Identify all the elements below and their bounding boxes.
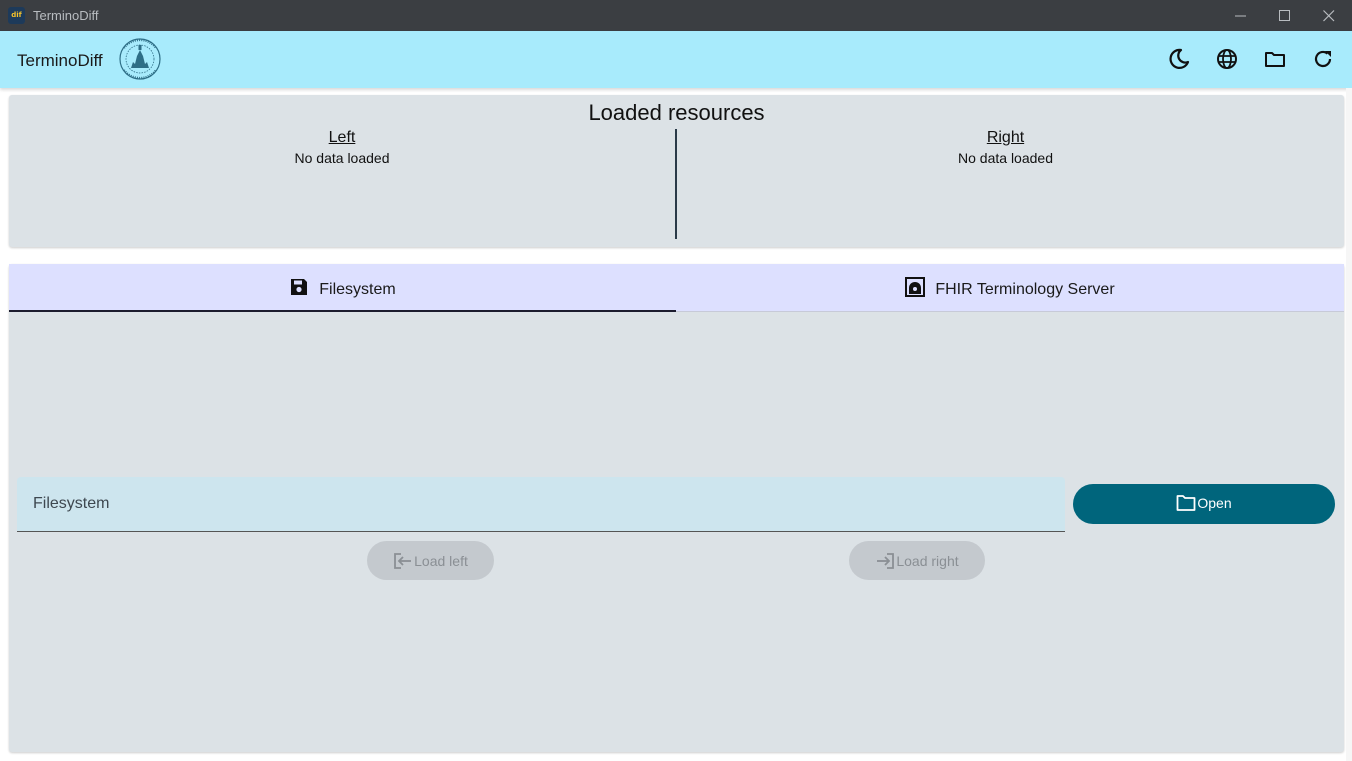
load-right-label: Load right [896, 553, 959, 569]
login-right-icon [877, 553, 895, 569]
right-label: Right [986, 129, 1025, 146]
tab-fhir-terminology-server[interactable]: FHIR Terminology Server [676, 264, 1344, 311]
window-titlebar: dif TerminoDiff [0, 0, 1352, 31]
folder-icon [1265, 52, 1285, 67]
filesystem-path-field[interactable] [17, 477, 1065, 532]
minimize-button[interactable] [1219, 0, 1263, 31]
tab-bar: Filesystem FHIR Terminology Server [9, 264, 1344, 312]
server-icon [905, 277, 926, 297]
loaded-resources-heading: Loaded resources [588, 100, 765, 125]
load-left-label: Load left [414, 553, 468, 569]
close-button[interactable] [1307, 0, 1351, 31]
right-resource-column: Right No data loaded [677, 129, 1334, 166]
dark-mode-button[interactable] [1166, 46, 1192, 72]
window-edge [1346, 88, 1352, 761]
minimize-icon [1235, 15, 1246, 17]
reload-button[interactable] [1310, 46, 1336, 72]
loaded-resources-card: Loaded resources Left No data loaded Rig… [9, 95, 1344, 247]
filesystem-path-input[interactable] [17, 477, 1065, 531]
login-left-icon [394, 553, 412, 569]
save-icon [291, 279, 308, 295]
open-folder-button[interactable] [1262, 46, 1288, 72]
left-status: No data loaded [294, 150, 390, 166]
tab-filesystem-label: Filesystem [319, 281, 396, 298]
moon-icon [1169, 48, 1190, 69]
source-tabs-card: Filesystem FHIR Terminology Server Open [9, 264, 1344, 752]
university-seal-logo [119, 38, 161, 80]
globe-icon [1217, 49, 1237, 69]
load-right-button[interactable]: Load right [849, 541, 985, 580]
folder-icon [1176, 495, 1196, 511]
app-title: TerminoDiff [17, 51, 103, 70]
app-icon: dif [8, 7, 25, 24]
window-title: TerminoDiff [33, 8, 99, 23]
language-button[interactable] [1214, 46, 1240, 72]
open-button-label: Open [1197, 495, 1232, 511]
right-status: No data loaded [958, 150, 1053, 166]
left-label: Left [328, 129, 356, 146]
tab-filesystem[interactable]: Filesystem [9, 264, 676, 312]
close-icon [1323, 10, 1335, 22]
open-button[interactable]: Open [1073, 484, 1335, 524]
refresh-icon [1314, 50, 1332, 68]
maximize-button[interactable] [1263, 0, 1307, 31]
app-header: TerminoDiff [0, 31, 1352, 88]
maximize-icon [1279, 10, 1290, 21]
left-resource-column: Left No data loaded [9, 129, 675, 166]
tab-fhir-label: FHIR Terminology Server [935, 281, 1115, 298]
load-left-button[interactable]: Load left [367, 541, 494, 580]
